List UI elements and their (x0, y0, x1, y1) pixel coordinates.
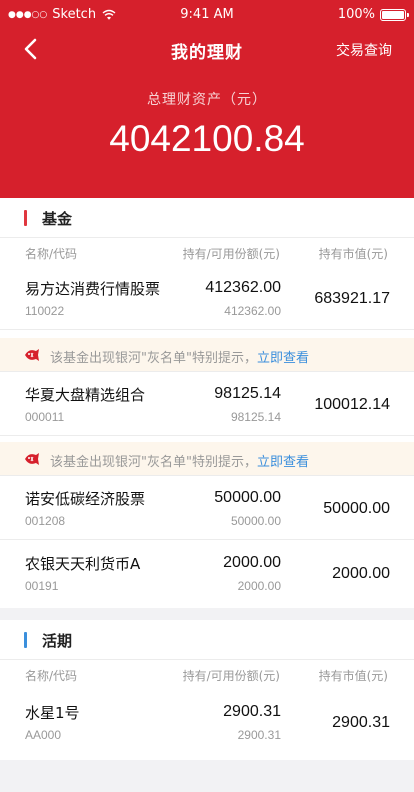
fish-warning-icon (25, 349, 39, 361)
current-section-title: 活期 (42, 632, 73, 650)
product-holding: 2900.31 (223, 703, 281, 720)
view-now-link[interactable]: 立即查看 (257, 455, 309, 470)
product-code: AA000 (25, 728, 62, 742)
fund-name: 易方达消费行情股票 (25, 280, 161, 298)
fund-row[interactable]: 农银天天利货币A 00191 2000.00 2000.00 2000.00 (0, 543, 414, 605)
notice-text: 该基金出现银河"灰名单"特别提示，立即查看 (50, 451, 309, 470)
fund-code: 110022 (25, 304, 65, 318)
total-assets-label: 总理财资产（元） (147, 92, 267, 108)
current-section-header: 活期 (0, 620, 414, 660)
current-column-header: 名称/代码 持有/可用份额(元) 持有市值(元) (0, 660, 414, 690)
section-accent-bar (24, 210, 27, 226)
column-name-code: 名称/代码 (25, 247, 78, 261)
fund-holding: 412362.00 (205, 279, 281, 296)
current-section: 活期 名称/代码 持有/可用份额(元) 持有市值(元) 水星1号 AA000 2… (0, 620, 414, 760)
column-holding: 持有/可用份额(元) (182, 247, 280, 261)
fund-name: 农银天天利货币A (25, 555, 141, 573)
fund-column-header: 名称/代码 持有/可用份额(元) 持有市值(元) (0, 238, 414, 268)
status-right: 100% (337, 7, 409, 22)
trade-query-button[interactable]: 交易查询 (336, 40, 392, 60)
column-holding: 持有/可用份额(元) (182, 669, 280, 683)
fund-row[interactable]: 华夏大盘精选组合 000011 98125.14 98125.14 100012… (0, 374, 414, 436)
fund-available: 2000.00 (237, 579, 281, 593)
view-now-link[interactable]: 立即查看 (257, 351, 309, 366)
total-assets-value: 4042100.84 (109, 118, 305, 159)
product-name: 水星1号 (25, 704, 80, 722)
fund-code: 00191 (25, 579, 59, 593)
fund-holding: 2000.00 (223, 554, 281, 571)
fish-warning-icon (25, 453, 39, 465)
greylist-notice: 该基金出现银河"灰名单"特别提示，立即查看 (0, 442, 414, 476)
fund-available: 412362.00 (224, 304, 281, 318)
fund-code: 001208 (25, 514, 66, 528)
fund-available: 98125.14 (230, 410, 281, 424)
battery-icon (380, 8, 409, 21)
fund-section: 基金 名称/代码 持有/可用份额(元) 持有市值(元) 易方达消费行情股票 11… (0, 198, 414, 608)
notice-text: 该基金出现银河"灰名单"特别提示，立即查看 (50, 347, 309, 366)
fund-name: 诺安低碳经济股票 (25, 490, 146, 508)
section-accent-bar (24, 632, 27, 648)
fund-code: 000011 (25, 410, 65, 424)
notice-message: 该基金出现银河"灰名单"特别提示， (50, 455, 257, 470)
product-available: 2900.31 (237, 728, 281, 742)
column-market-value: 持有市值(元) (318, 669, 388, 683)
battery-percent: 100% (337, 7, 375, 22)
current-row[interactable]: 水星1号 AA000 2900.31 2900.31 2900.31 (0, 692, 414, 754)
fund-section-title: 基金 (42, 210, 73, 228)
fund-market-value: 2000.00 (332, 565, 390, 582)
greylist-notice: 该基金出现银河"灰名单"特别提示，立即查看 (0, 338, 414, 372)
status-bar: ●●●○○ Sketch 9:41 AM 100% (0, 0, 414, 30)
fund-holding: 98125.14 (214, 385, 281, 402)
product-market-value: 2900.31 (332, 714, 390, 731)
fund-market-value: 683921.17 (314, 290, 390, 307)
column-market-value: 持有市值(元) (318, 247, 388, 261)
fund-market-value: 50000.00 (323, 500, 390, 517)
fund-available: 50000.00 (230, 514, 281, 528)
notice-message: 该基金出现银河"灰名单"特别提示， (50, 351, 257, 366)
fund-section-header: 基金 (0, 198, 414, 238)
fund-holding: 50000.00 (214, 489, 281, 506)
fund-row[interactable]: 诺安低碳经济股票 001208 50000.00 50000.00 50000.… (0, 478, 414, 540)
fund-market-value: 100012.14 (314, 396, 390, 413)
fund-name: 华夏大盘精选组合 (25, 386, 146, 404)
fund-row[interactable]: 易方达消费行情股票 110022 412362.00 412362.00 683… (0, 268, 414, 330)
column-name-code: 名称/代码 (25, 669, 78, 683)
header: ●●●○○ Sketch 9:41 AM 100% 我的理财 交易查询 总理财资… (0, 0, 414, 198)
